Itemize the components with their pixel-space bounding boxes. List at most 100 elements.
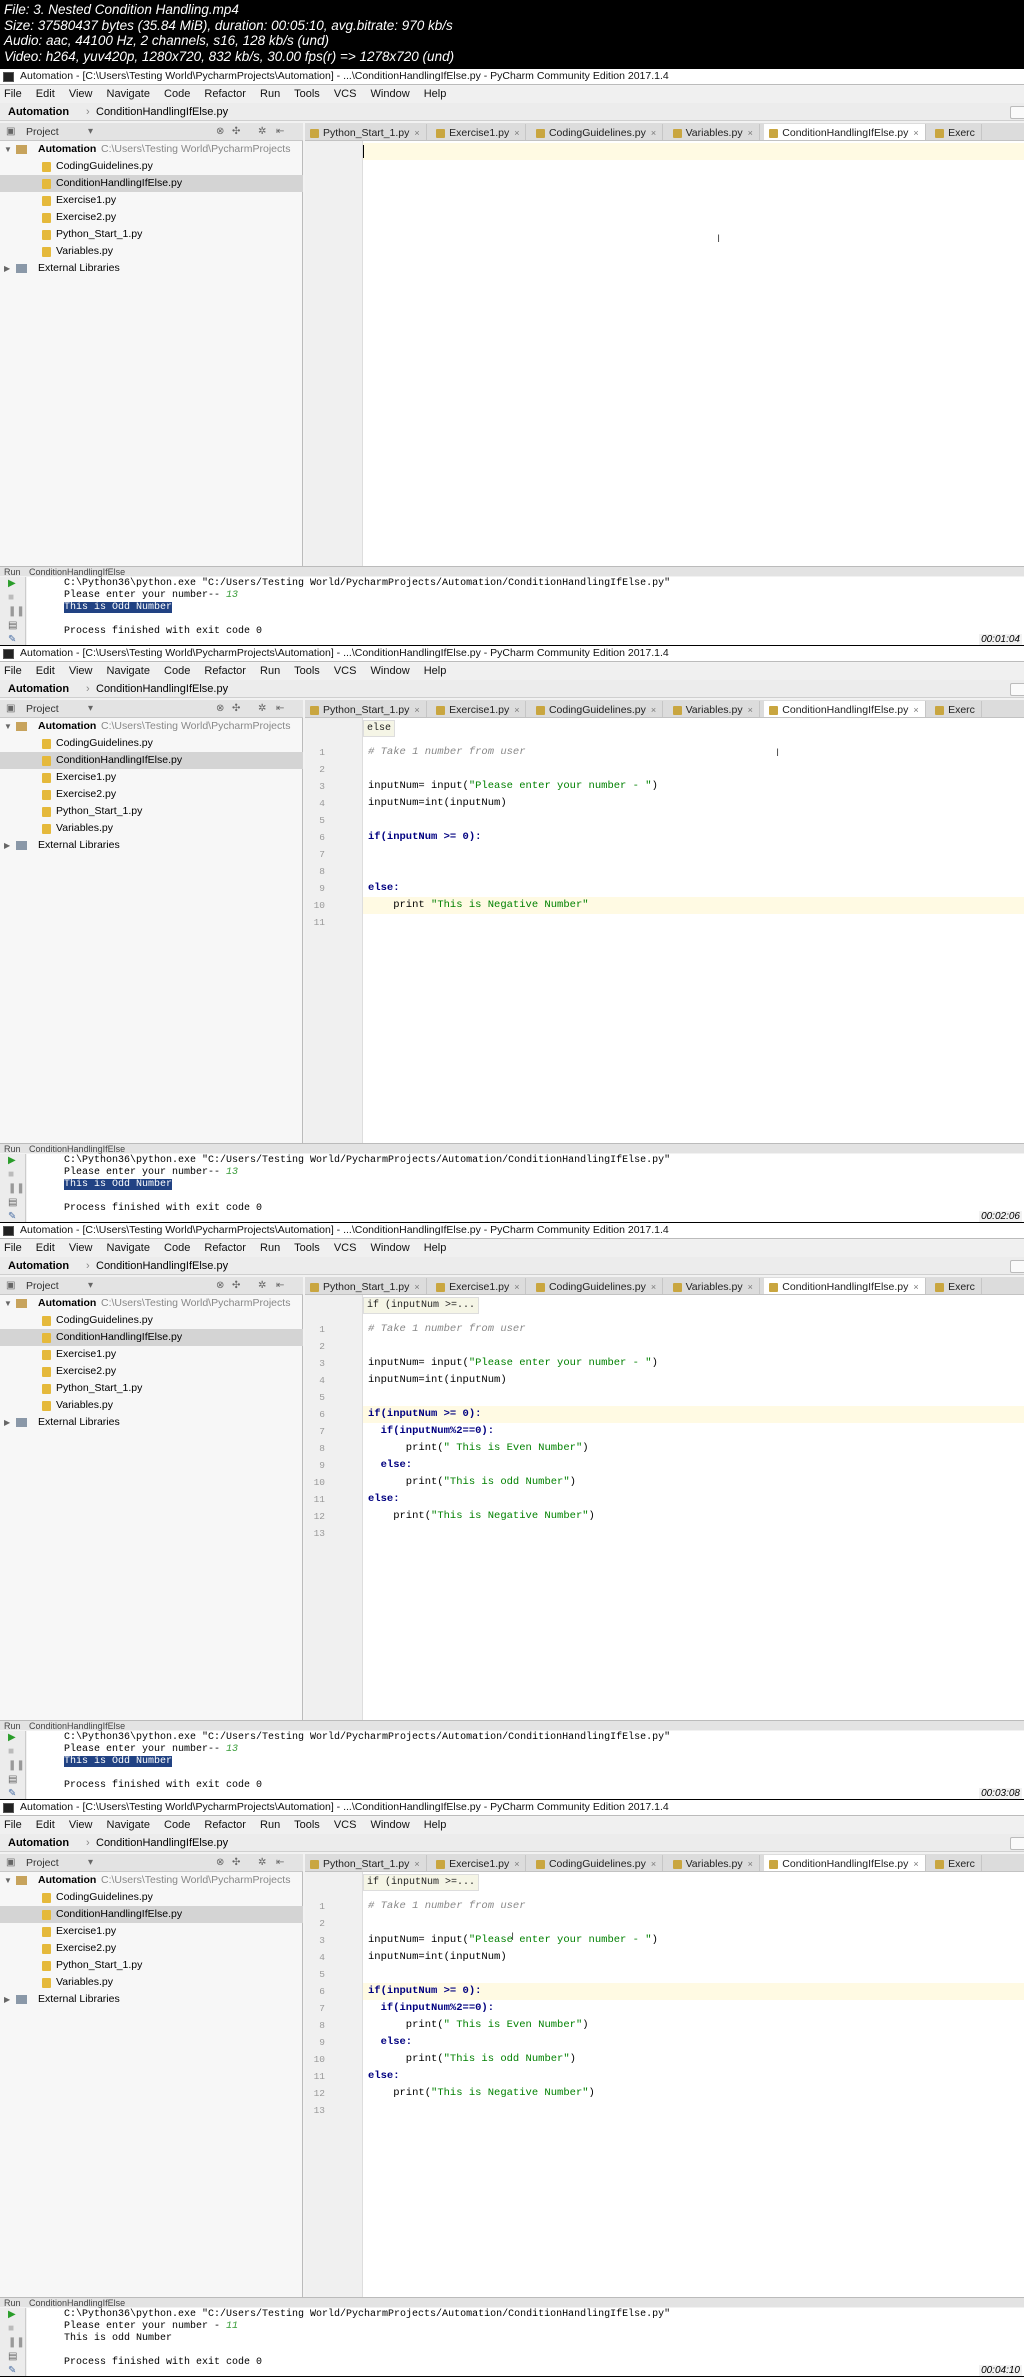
tree-file[interactable]: CodingGuidelines.py	[0, 1312, 303, 1329]
expand-arrow-icon[interactable]: ▼	[4, 718, 12, 735]
project-label[interactable]: Project	[26, 700, 59, 718]
tree-file[interactable]: Python_Start_1.py	[0, 1380, 303, 1397]
stop-icon[interactable]: ■	[8, 1170, 18, 1180]
tab-python-start[interactable]: Python_Start_1.py ×	[305, 124, 427, 140]
close-icon[interactable]: ×	[651, 1282, 656, 1292]
stop-icon[interactable]: ■	[8, 593, 18, 603]
menu-edit[interactable]: Edit	[36, 1819, 55, 1831]
breadcrumb-file[interactable]: ConditionHandlingIfElse.py	[96, 1834, 228, 1852]
tab-condition-handling[interactable]: ConditionHandlingIfElse.py ×	[764, 1278, 926, 1294]
close-icon[interactable]: ×	[414, 705, 419, 715]
tab-exercise1[interactable]: Exercise1.py ×	[431, 1855, 527, 1871]
pin-icon[interactable]: ✎	[8, 1212, 18, 1222]
rerun-icon[interactable]: ▶	[8, 2310, 18, 2320]
expand-arrow-icon[interactable]: ▼	[4, 141, 12, 158]
tab-condition-handling[interactable]: ConditionHandlingIfElse.py ×	[764, 1855, 926, 1871]
close-icon[interactable]: ×	[414, 128, 419, 138]
menu-code[interactable]: Code	[164, 1242, 190, 1254]
expand-arrow-icon[interactable]: ▶	[4, 260, 10, 277]
tab-python-start[interactable]: Python_Start_1.py ×	[305, 1278, 427, 1294]
tree-file[interactable]: Variables.py	[0, 820, 303, 837]
layout-icon[interactable]: ▤	[8, 2352, 18, 2362]
tree-file[interactable]: Exercise1.py	[0, 769, 303, 786]
code-editor[interactable]: # Take 1 number from user inputNum= input…	[363, 1872, 1024, 2297]
close-icon[interactable]: ×	[748, 1282, 753, 1292]
tree-file[interactable]: CodingGuidelines.py	[0, 1889, 303, 1906]
chevron-down-icon[interactable]: ▾	[88, 1858, 98, 1868]
rerun-icon[interactable]: ▶	[8, 1156, 18, 1166]
menu-tools[interactable]: Tools	[294, 1819, 320, 1831]
menu-navigate[interactable]: Navigate	[107, 1819, 150, 1831]
close-icon[interactable]: ×	[651, 128, 656, 138]
tree-file[interactable]: Exercise2.py	[0, 1363, 303, 1380]
tree-file-selected[interactable]: ConditionHandlingIfElse.py	[0, 1329, 303, 1346]
menu-window[interactable]: Window	[371, 665, 410, 677]
tab-condition-handling[interactable]: ConditionHandlingIfElse.py ×	[764, 701, 926, 717]
run-console[interactable]: C:\Python36\python.exe "C:/Users/Testing…	[27, 577, 1024, 645]
layout-icon[interactable]: ▤	[8, 621, 18, 631]
code-editor[interactable]: # Take 1 number from user inputNum= input…	[363, 718, 1024, 1143]
tab-variables[interactable]: Variables.py ×	[668, 124, 760, 140]
run-config-button[interactable]	[1010, 1260, 1024, 1273]
tree-root[interactable]: ▼ Automation C:\Users\Testing World\Pych…	[0, 1295, 303, 1312]
expand-arrow-icon[interactable]: ▶	[4, 1991, 10, 2008]
menu-navigate[interactable]: Navigate	[107, 665, 150, 677]
tree-root[interactable]: ▼ Automation C:\Users\Testing World\Pych…	[0, 1872, 303, 1889]
menu-view[interactable]: View	[69, 665, 93, 677]
hide-panel-icon[interactable]: ⇤	[276, 127, 286, 137]
tab-exercise-truncated[interactable]: Exerc	[930, 1855, 982, 1871]
tab-exercise1[interactable]: Exercise1.py ×	[431, 701, 527, 717]
breadcrumb-project[interactable]: Automation	[8, 1257, 69, 1275]
tab-variables[interactable]: Variables.py ×	[668, 1855, 760, 1871]
breadcrumb-project[interactable]: Automation	[8, 1834, 69, 1852]
menu-navigate[interactable]: Navigate	[107, 1242, 150, 1254]
hide-panel-icon[interactable]: ⇤	[276, 1281, 286, 1291]
tree-file[interactable]: Exercise1.py	[0, 1923, 303, 1940]
menu-tools[interactable]: Tools	[294, 1242, 320, 1254]
menu-refactor[interactable]: Refactor	[204, 1242, 246, 1254]
tree-file[interactable]: Exercise1.py	[0, 192, 303, 209]
pin-icon[interactable]: ✎	[8, 635, 18, 645]
stop-icon[interactable]: ■	[8, 1747, 18, 1757]
menu-tools[interactable]: Tools	[294, 665, 320, 677]
menu-run[interactable]: Run	[260, 88, 280, 100]
menu-run[interactable]: Run	[260, 1819, 280, 1831]
close-icon[interactable]: ×	[414, 1282, 419, 1292]
layout-icon[interactable]: ▤	[8, 1198, 18, 1208]
tab-variables[interactable]: Variables.py ×	[668, 1278, 760, 1294]
tree-external-libraries[interactable]: ▶ External Libraries	[0, 837, 303, 854]
tab-coding-guidelines[interactable]: CodingGuidelines.py ×	[531, 1278, 664, 1294]
menu-help[interactable]: Help	[424, 665, 447, 677]
menu-edit[interactable]: Edit	[36, 665, 55, 677]
tab-python-start[interactable]: Python_Start_1.py ×	[305, 1855, 427, 1871]
close-icon[interactable]: ×	[913, 128, 918, 138]
rerun-icon[interactable]: ▶	[8, 579, 18, 589]
menu-tools[interactable]: Tools	[294, 88, 320, 100]
menu-file[interactable]: File	[4, 1819, 22, 1831]
close-icon[interactable]: ×	[913, 705, 918, 715]
tree-file[interactable]: Variables.py	[0, 243, 303, 260]
chevron-down-icon[interactable]: ▾	[88, 1281, 98, 1291]
close-icon[interactable]: ×	[748, 128, 753, 138]
breadcrumb-file[interactable]: ConditionHandlingIfElse.py	[96, 1257, 228, 1275]
tree-external-libraries[interactable]: ▶ External Libraries	[0, 1991, 303, 2008]
close-icon[interactable]: ×	[913, 1282, 918, 1292]
sync-icon[interactable]: ⊗	[216, 1281, 226, 1291]
tab-condition-handling[interactable]: ConditionHandlingIfElse.py ×	[764, 124, 926, 140]
tab-coding-guidelines[interactable]: CodingGuidelines.py ×	[531, 1855, 664, 1871]
tree-file[interactable]: CodingGuidelines.py	[0, 158, 303, 175]
pause-icon[interactable]: ❚❚	[8, 607, 25, 617]
tree-file[interactable]: Python_Start_1.py	[0, 803, 303, 820]
menu-help[interactable]: Help	[424, 88, 447, 100]
tab-exercise-truncated[interactable]: Exerc	[930, 124, 982, 140]
menu-code[interactable]: Code	[164, 1819, 190, 1831]
menu-vcs[interactable]: VCS	[334, 88, 357, 100]
run-console[interactable]: C:\Python36\python.exe "C:/Users/Testing…	[27, 1731, 1024, 1799]
pin-icon[interactable]: ✎	[8, 1789, 18, 1799]
tab-coding-guidelines[interactable]: CodingGuidelines.py ×	[531, 124, 664, 140]
project-label[interactable]: Project	[26, 123, 59, 141]
menu-window[interactable]: Window	[371, 1819, 410, 1831]
collapse-icon[interactable]: ✣	[232, 1858, 242, 1868]
tab-python-start[interactable]: Python_Start_1.py ×	[305, 701, 427, 717]
tree-root[interactable]: ▼ Automation C:\Users\Testing World\Pych…	[0, 141, 303, 158]
